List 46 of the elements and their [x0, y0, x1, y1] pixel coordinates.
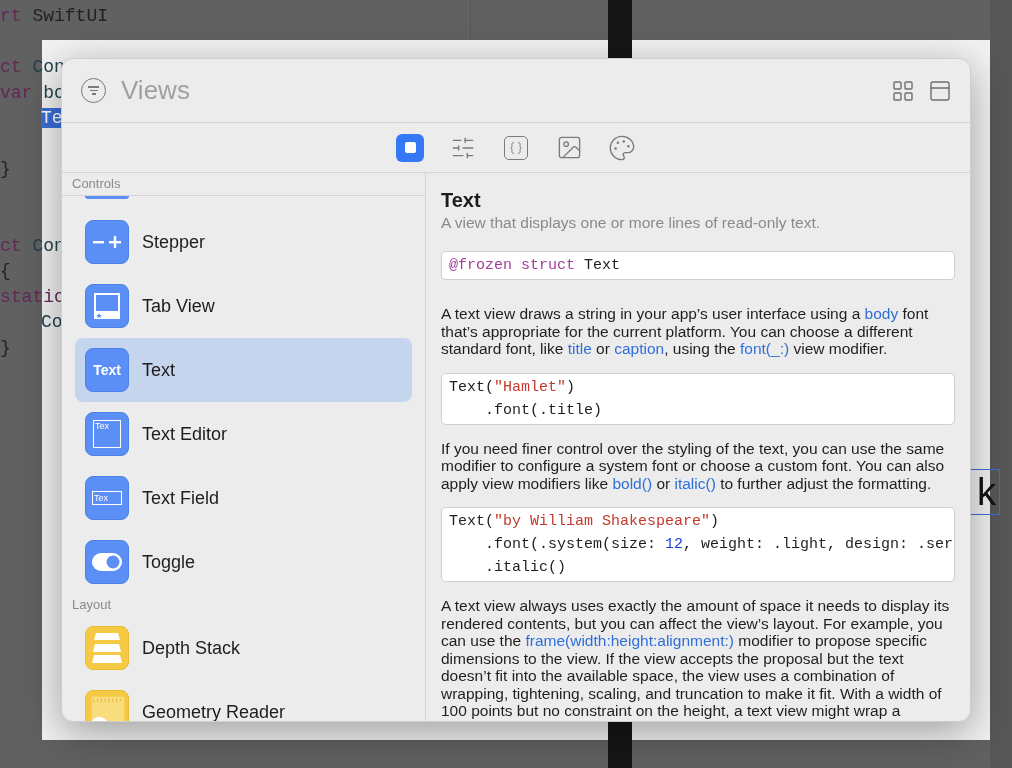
description-paragraph: A text view always uses exactly the amount of space it needs to display its rendered contents, but you can affect the view’s layout. For example, you can use the frame(width:height:alignment:) modifier to propose specific dimensions to the view. If the view accepts the proposal but the text doesn’t fit into the available space, the view uses a combination of wrapping, tightening, scaling, and truncation to make it fit. With a width of 100 points but no constraint on the height, a text view might wrap a [441, 597, 951, 720]
code-text: var [0, 82, 33, 103]
list-item[interactable]: Toggle [75, 530, 412, 594]
code-block: Text("Hamlet") .font(.title) [441, 372, 955, 425]
doc-link[interactable]: title [567, 340, 592, 357]
views-tab[interactable] [396, 133, 424, 162]
detail-title: Text [441, 188, 482, 212]
code-text: SwiftUI [31, 6, 109, 26]
list-item[interactable]: Stepper [75, 210, 412, 274]
doc-link[interactable]: caption [614, 340, 665, 357]
doc-link[interactable]: body [864, 305, 899, 322]
palette-tab[interactable] [608, 133, 636, 162]
section-header: Controls [72, 174, 121, 193]
tab-view-icon [85, 284, 129, 328]
window-button[interactable] [928, 78, 952, 103]
braces-tab[interactable] [502, 133, 530, 162]
text-editor-icon: Tex [85, 412, 129, 456]
list-item[interactable]: Tab View [75, 274, 412, 338]
description-paragraph: A text view draws a string in your app’s user interface using a body font that’s appropriate for the current platform. You can choose a different standard font, like title or caption, using the font(_:) view modifier. [441, 305, 930, 358]
toggle-icon [85, 540, 129, 584]
code-block: @frozen struct Text [441, 251, 955, 280]
code-text: } [0, 337, 11, 358]
doc-link[interactable]: font(_:) [740, 340, 790, 357]
list-item[interactable]: Tex Text Field [75, 466, 412, 530]
text-icon: Text [85, 348, 129, 392]
detail-subtitle: A view that displays one or more lines of read-only text. [441, 213, 822, 233]
doc-link[interactable]: italic() [674, 474, 716, 492]
doc-link[interactable]: bold() [612, 474, 653, 492]
list-item[interactable]: Tex Text Editor [75, 402, 412, 466]
list-icon [85, 196, 129, 199]
section-header: Layout [72, 596, 112, 615]
list-item[interactable]: Depth Stack [75, 616, 412, 680]
selected-code-text: Te [41, 108, 63, 128]
doc-link[interactable]: frame(width:height:alignment:) [525, 632, 734, 649]
description-paragraph: If you need finer control over the styling of the text, you can use the same modifier to configure a system font or choose a custom font. You can also apply view modifiers like bold() or italic() to further adjust the formatting. [441, 439, 946, 492]
layers-icon [85, 626, 129, 670]
code-text: { [0, 261, 11, 281]
grid-view-button[interactable] [891, 78, 915, 103]
stepper-icon [85, 220, 129, 264]
code-text: Co [41, 312, 63, 332]
ruler-icon [85, 690, 129, 721]
list-item[interactable]: Text Text [75, 338, 412, 402]
code-block: Text("by William Shakespeare") .font(.system(size: 12, weight: .light, design: .ser .italic() [441, 507, 955, 582]
text-field-icon: Tex [85, 476, 129, 520]
list-item[interactable]: Geometry Reader [75, 680, 412, 721]
code-text: } [0, 159, 11, 179]
